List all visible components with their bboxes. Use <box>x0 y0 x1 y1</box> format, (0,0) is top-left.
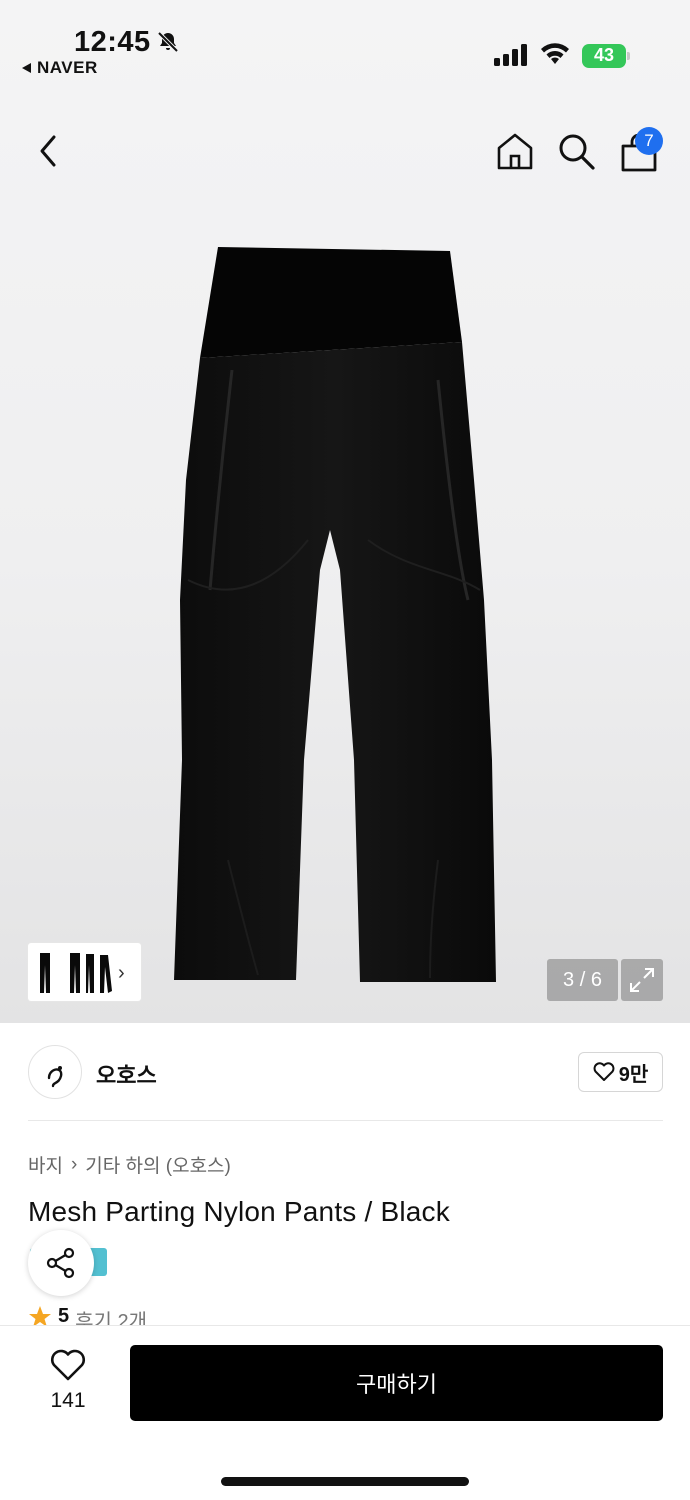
home-icon[interactable] <box>495 131 535 171</box>
product-title: Mesh Parting Nylon Pants / Black <box>28 1196 450 1227</box>
brand-logo[interactable] <box>28 1045 82 1099</box>
expand-icon[interactable] <box>621 959 663 1001</box>
share-button[interactable] <box>28 1230 94 1296</box>
product-image[interactable] <box>168 240 502 990</box>
gallery-page-counter: 3 / 6 <box>547 959 618 1001</box>
review-count: 후기 2개 <box>75 1311 148 1327</box>
back-app-label: NAVER <box>37 58 98 77</box>
breadcrumb-item[interactable]: 기타 하의 (오호스) <box>85 1151 231 1178</box>
back-to-app-link[interactable]: NAVER <box>22 58 98 78</box>
breadcrumb: 바지 › 기타 하의 (오호스) <box>28 1151 231 1178</box>
thumbnail-images <box>40 953 112 993</box>
heart-icon[interactable] <box>50 1348 86 1382</box>
star-icon <box>29 1306 51 1327</box>
chevron-right-icon: › <box>70 1153 78 1175</box>
heart-icon <box>593 1062 615 1081</box>
brand-name[interactable]: 오호스 <box>96 1058 157 1090</box>
brand-like-count: 9만 <box>618 1063 649 1086</box>
share-icon <box>46 1247 75 1279</box>
battery-level: 43 <box>593 45 615 65</box>
buy-button[interactable]: 구매하기 <box>130 1345 663 1421</box>
bell-muted-icon <box>157 31 179 53</box>
status-time: 12:45 <box>74 26 151 58</box>
back-triangle-icon <box>22 63 31 73</box>
chevron-left-icon[interactable] <box>34 132 64 170</box>
rating-score: 5 <box>58 1305 70 1327</box>
divider <box>28 1120 663 1121</box>
breadcrumb-item[interactable]: 바지 <box>28 1151 63 1178</box>
rating-row[interactable]: 5 후기 2개 <box>28 1305 147 1327</box>
battery-indicator: 43 <box>582 44 630 68</box>
home-indicator[interactable] <box>221 1477 469 1486</box>
search-icon[interactable] <box>556 131 596 171</box>
chevron-right-icon[interactable]: › <box>118 962 125 985</box>
cart-count-badge: 7 <box>635 127 663 155</box>
cellular-signal-icon <box>494 44 527 66</box>
wish-count: 141 <box>50 1389 86 1412</box>
brand-logo-mark <box>47 1066 63 1088</box>
wifi-icon <box>541 43 569 64</box>
brand-like-button[interactable]: 9만 <box>578 1052 663 1092</box>
